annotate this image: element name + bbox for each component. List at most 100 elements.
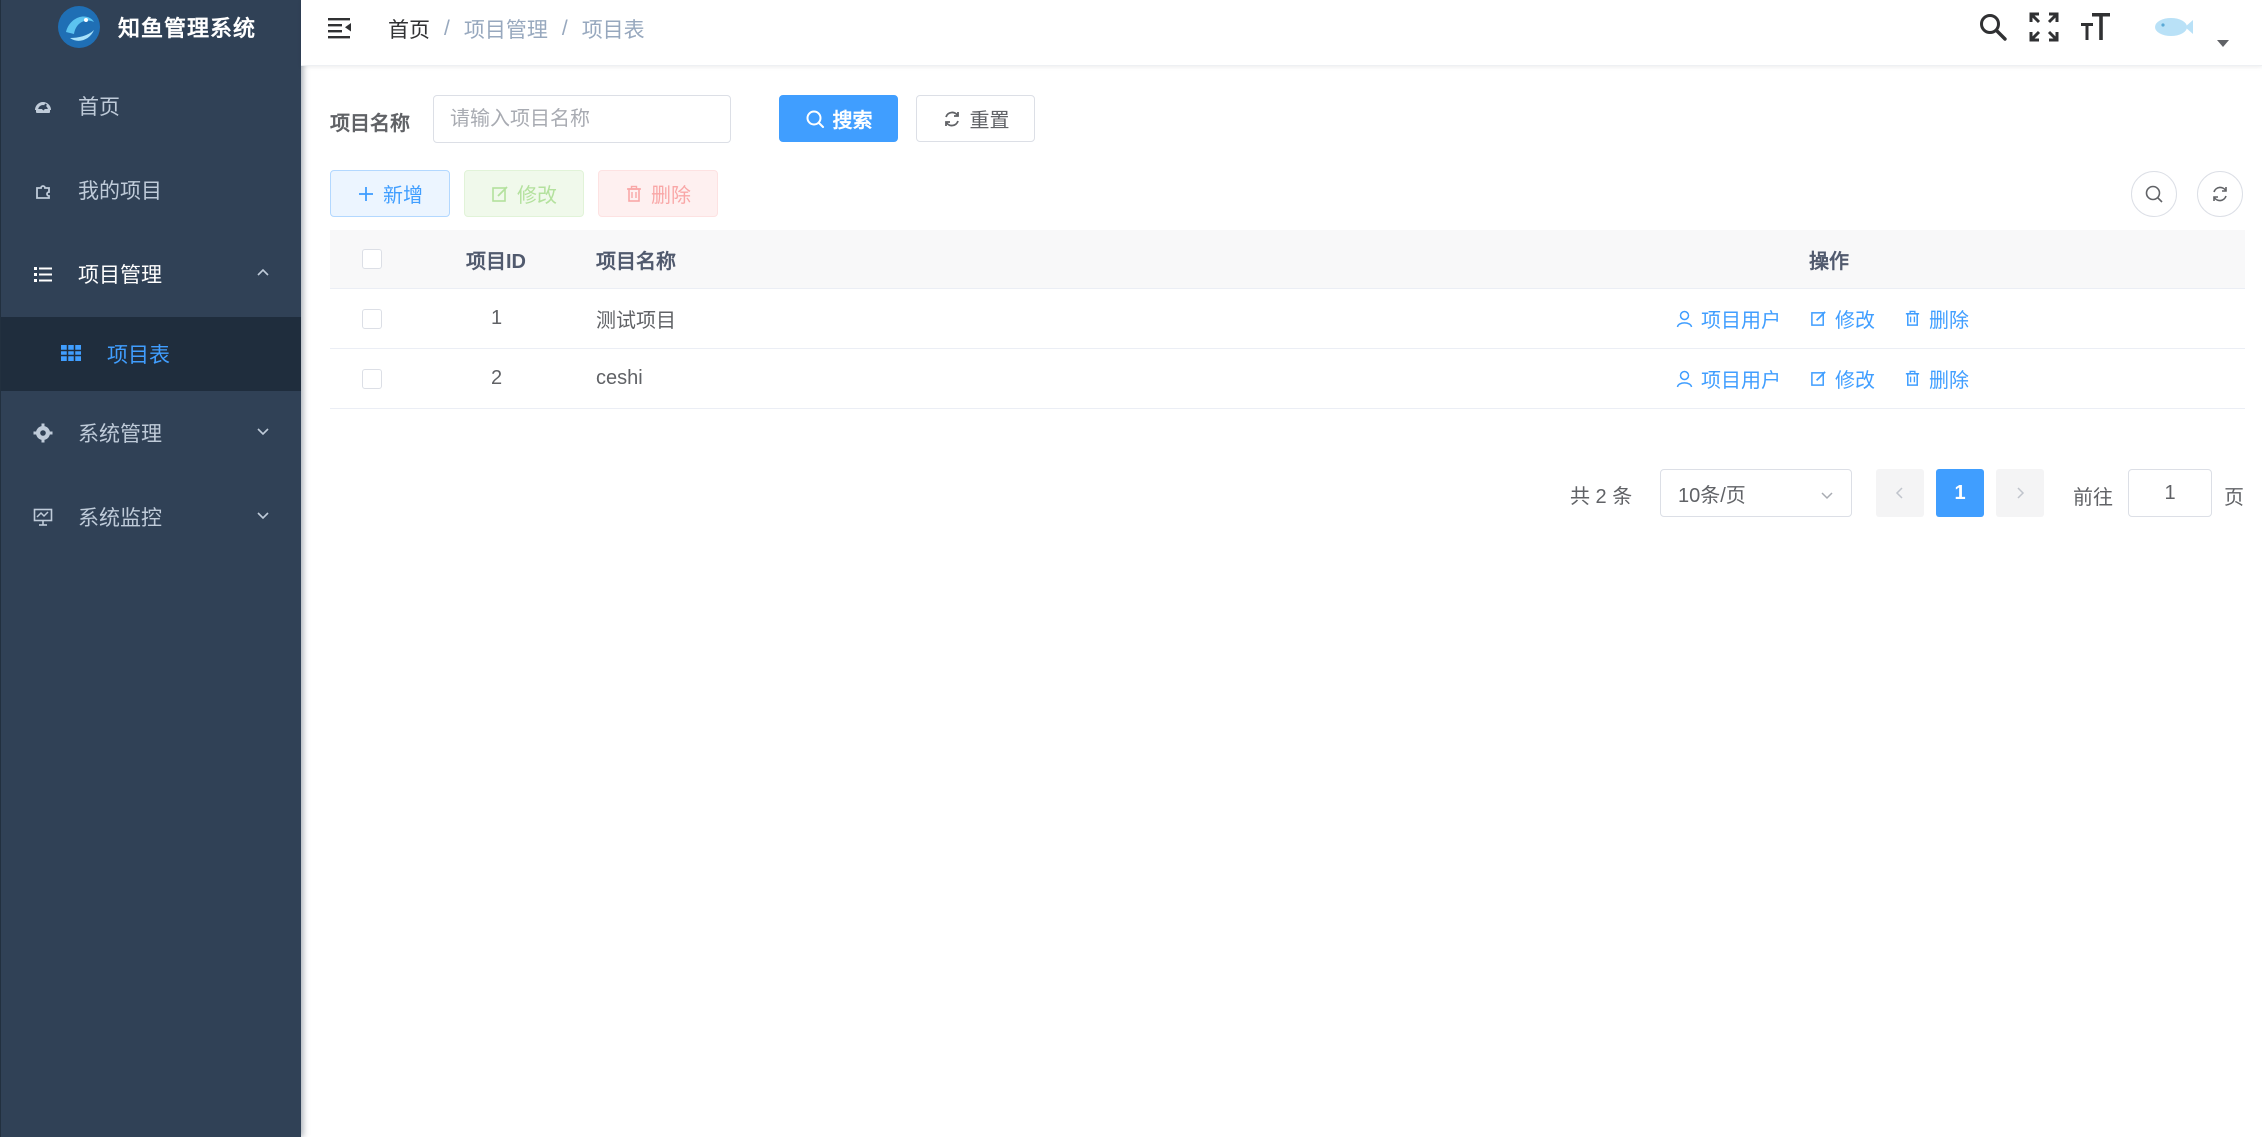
sidebar-item-home[interactable]: 首页 (1, 64, 301, 148)
reset-button[interactable]: 重置 (916, 95, 1035, 142)
search-icon[interactable] (1978, 12, 2008, 42)
search-button-label: 搜索 (832, 110, 873, 132)
row-edit-link[interactable]: 修改 (1810, 304, 1875, 333)
sidebar-item-label: 项目表 (107, 344, 170, 367)
goto-page-input[interactable]: 1 (2128, 469, 2212, 517)
chevron-down-icon (257, 428, 269, 436)
page-number-button[interactable]: 1 (1936, 469, 1984, 517)
edit-icon (1811, 371, 1826, 386)
column-header-id: 项目ID (466, 250, 526, 273)
table-header: 项目ID 项目名称 操作 (330, 230, 2245, 289)
edit-button-label: 修改 (517, 185, 557, 207)
sidebar-item-project-table[interactable]: 项目表 (1, 317, 301, 391)
hamburger-fold-icon[interactable] (327, 14, 353, 40)
select-all-checkbox[interactable] (362, 249, 382, 269)
edit-icon (492, 185, 508, 202)
list-icon (32, 263, 54, 285)
fullscreen-icon[interactable] (2029, 12, 2059, 42)
row-edit-link[interactable]: 修改 (1810, 364, 1875, 393)
search-button[interactable]: 搜索 (779, 95, 898, 142)
pagination-total: 共 2 条 (1570, 486, 1633, 508)
project-name-input[interactable] (433, 95, 731, 143)
row-delete-label: 删除 (1929, 370, 1969, 392)
delete-button[interactable]: 删除 (598, 170, 718, 217)
cell-project-id: 2 (491, 367, 503, 389)
project-users-link[interactable]: 项目用户 (1676, 364, 1781, 393)
row-delete-link[interactable]: 删除 (1904, 304, 1969, 333)
chevron-left-icon (1895, 487, 1903, 499)
fish-logo-icon (58, 6, 100, 48)
sidebar-item-project-management[interactable]: 项目管理 (1, 232, 301, 316)
refresh-table-button[interactable] (2197, 171, 2243, 217)
add-button-label: 新增 (383, 185, 423, 207)
table-row: 2 ceshi 项目用户 修改 删除 (330, 349, 2245, 409)
row-actions: 项目用户 修改 删除 (1676, 349, 1998, 408)
add-button[interactable]: 新增 (330, 170, 450, 217)
project-users-link[interactable]: 项目用户 (1676, 304, 1781, 333)
row-checkbox[interactable] (362, 368, 382, 389)
project-users-label: 项目用户 (1701, 370, 1781, 392)
user-icon (1676, 310, 1693, 327)
sidebar-item-my-projects[interactable]: 我的项目 (1, 148, 301, 232)
cell-project-name: 测试项目 (596, 310, 676, 332)
select-all-cell (362, 230, 382, 288)
edit-icon (1811, 311, 1826, 326)
column-header-name: 项目名称 (596, 250, 676, 273)
avatar[interactable] (2153, 14, 2193, 40)
chevron-up-icon (257, 268, 269, 276)
dashboard-icon (32, 95, 54, 117)
table-icon (60, 343, 82, 365)
sidebar-item-label: 首页 (78, 96, 120, 119)
chevron-down-icon (257, 512, 269, 520)
page-size-select[interactable]: 10条/页 (1660, 469, 1852, 517)
navbar: 首页 / 项目管理 / 项目表 (301, 0, 2262, 66)
prev-page-button[interactable] (1876, 469, 1924, 517)
sidebar-item-label: 系统管理 (78, 423, 162, 446)
gear-icon (32, 422, 54, 444)
search-icon (2145, 185, 2163, 203)
sidebar-item-label: 我的项目 (78, 180, 162, 203)
search-icon (806, 110, 824, 128)
user-icon (1676, 370, 1693, 387)
breadcrumb-project-table: 项目表 (581, 19, 645, 42)
page-size-value: 10条/页 (1678, 484, 1746, 507)
sidebar-item-system-monitor[interactable]: 系统监控 (1, 475, 301, 559)
cell-project-name: ceshi (596, 367, 643, 389)
toggle-search-button[interactable] (2131, 171, 2177, 217)
puzzle-icon (32, 179, 54, 201)
breadcrumb-home[interactable]: 首页 (388, 14, 430, 44)
trash-icon (1905, 310, 1920, 326)
project-table: 项目ID 项目名称 操作 1 测试项目 项目用户 修改 删除 2 ceshi 项… (330, 230, 2245, 409)
column-header-actions: 操作 (1809, 250, 1849, 273)
chevron-down-icon (1821, 492, 1833, 500)
project-users-label: 项目用户 (1701, 310, 1781, 332)
font-size-icon[interactable] (2080, 10, 2112, 42)
row-checkbox[interactable] (362, 308, 382, 329)
breadcrumb-project-management[interactable]: 项目管理 (464, 14, 548, 44)
row-delete-label: 删除 (1929, 310, 1969, 332)
sidebar-logo[interactable]: 知鱼管理系统 (1, 0, 301, 54)
sidebar-item-system-management[interactable]: 系统管理 (1, 391, 301, 475)
refresh-icon (944, 111, 959, 126)
cell-project-id: 1 (491, 307, 503, 329)
trash-icon (627, 185, 641, 202)
row-delete-link[interactable]: 删除 (1904, 364, 1969, 393)
sidebar-item-label: 系统监控 (78, 507, 162, 530)
goto-label: 前往 (2073, 487, 2113, 509)
project-name-label: 项目名称 (330, 113, 410, 135)
row-actions: 项目用户 修改 删除 (1676, 289, 1998, 348)
next-page-button[interactable] (1996, 469, 2044, 517)
app: 知鱼管理系统 首页 我的项目 项目管理 项目表 系统管理 系统监控 首页 / 项… (0, 0, 2262, 1137)
breadcrumb-separator: / (444, 17, 450, 40)
page-suffix-label: 页 (2224, 487, 2244, 509)
table-row: 1 测试项目 项目用户 修改 删除 (330, 289, 2245, 349)
sidebar-item-label: 项目管理 (78, 264, 162, 287)
reset-button-label: 重置 (969, 110, 1010, 132)
caret-down-icon[interactable] (2217, 40, 2229, 47)
row-edit-label: 修改 (1835, 310, 1875, 332)
sidebar: 知鱼管理系统 首页 我的项目 项目管理 项目表 系统管理 系统监控 (0, 0, 301, 1137)
breadcrumb-separator: / (561, 17, 568, 40)
row-edit-label: 修改 (1835, 370, 1875, 392)
app-title: 知鱼管理系统 (118, 16, 257, 41)
edit-button[interactable]: 修改 (464, 170, 584, 217)
